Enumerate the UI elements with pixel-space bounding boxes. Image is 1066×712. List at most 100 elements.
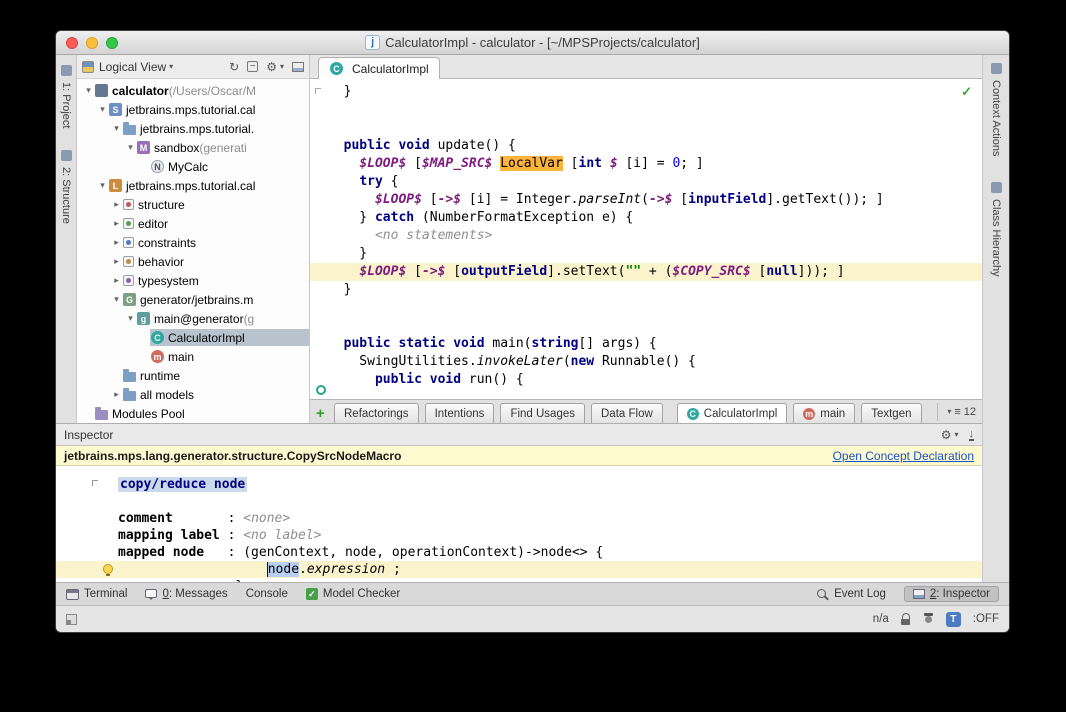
code-segment: [i] = Integer. (461, 192, 578, 207)
toolwindow-button-class-hierarchy[interactable]: Class Hierarchy (990, 180, 1002, 277)
tree-item-structure[interactable]: ▸structure (77, 195, 309, 214)
tree-toggle-icon[interactable]: ▾ (97, 180, 108, 191)
lock-icon[interactable] (901, 613, 911, 626)
code-line[interactable]: copy/reduce node (56, 476, 982, 493)
tree-item-jetbrains-mps-tutorial-cal[interactable]: ▾Ljetbrains.mps.tutorial.cal (77, 176, 309, 195)
hide-panel-icon[interactable] (292, 62, 304, 72)
tree-item-main[interactable]: mmain (77, 347, 309, 366)
code-line[interactable] (310, 299, 982, 317)
doc-tab-calculatorimpl[interactable]: CCalculatorImpl (677, 403, 788, 423)
code-line[interactable]: comment : <none> (56, 510, 982, 527)
inspector-editor[interactable]: copy/reduce node comment : <none>mapping … (56, 466, 982, 582)
inspector-settings-gear-icon[interactable]: ⚙▾ (941, 428, 959, 442)
code-line[interactable]: } (310, 83, 982, 101)
doc-tab-textgen[interactable]: Textgen (861, 403, 921, 423)
tree-item-jetbrains-mps-tutorial-cal[interactable]: ▾Sjetbrains.mps.tutorial.cal (77, 100, 309, 119)
code-line[interactable]: mapped node : (genContext, node, operati… (56, 544, 982, 561)
tree-item-mycalc[interactable]: NMyCalc (77, 157, 309, 176)
tree-toggle-icon[interactable]: ▾ (125, 313, 136, 324)
refresh-icon[interactable]: ↻ (229, 60, 239, 74)
toolwindow-button-context-actions[interactable]: Context Actions (990, 61, 1002, 156)
code-segment: $LOOP$ (375, 192, 422, 207)
code-line[interactable]: <no statements> (310, 227, 982, 245)
tab-intentions[interactable]: Intentions (425, 403, 495, 423)
navigate-up-icon[interactable] (316, 385, 326, 395)
tabs-overflow[interactable]: ▾ ≡ 12 (937, 403, 976, 421)
tree-item-main-generator[interactable]: ▾gmain@generator (g (77, 309, 309, 328)
code-segment: <none> (243, 511, 290, 526)
code-segment: { (383, 174, 399, 189)
intention-bulb-icon[interactable] (103, 564, 113, 574)
tree-toggle-icon[interactable]: ▾ (83, 85, 94, 96)
toolwindow-button-terminal[interactable]: Terminal (66, 588, 127, 600)
toolwindow-button-event-log[interactable]: Event Log (816, 588, 886, 601)
code-line[interactable]: try { (310, 173, 982, 191)
code-line[interactable]: public void update() { (310, 137, 982, 155)
tree-item-modules-pool[interactable]: Modules Pool (77, 404, 309, 423)
code-line[interactable]: } (310, 245, 982, 263)
code-line[interactable] (56, 493, 982, 510)
toolwindow-button-model-checker[interactable]: ✓Model Checker (306, 588, 400, 600)
tree-toggle-icon[interactable]: ▸ (111, 237, 122, 248)
code-line[interactable]: } (310, 281, 982, 299)
highlighting-level-icon[interactable] (923, 613, 934, 625)
code-line[interactable] (310, 119, 982, 137)
code-line[interactable]: $LOOP$ [->$ [i] = Integer.parseInt(->$ [… (310, 191, 982, 209)
tree-item-typesystem[interactable]: ▸typesystem (77, 271, 309, 290)
inspector-hide-icon[interactable]: ↓ (969, 429, 975, 441)
toolwindow-toggle-icon[interactable] (66, 614, 77, 625)
tree-item-calculator[interactable]: ▾calculator (/Users/Oscar/M (77, 81, 309, 100)
doc-tab-main[interactable]: mmain (793, 403, 855, 423)
tree-item-calculatorimpl[interactable]: CCalculatorImpl (77, 328, 309, 347)
toolwindow-button-2-structure[interactable]: 2: Structure (60, 148, 72, 224)
close-button[interactable] (66, 37, 78, 49)
window-title: j CalculatorImpl - calculator - [~/MPSPr… (56, 31, 1009, 54)
tree-item-runtime[interactable]: runtime (77, 366, 309, 385)
toolwindow-button-1-project[interactable]: 1: Project (60, 63, 72, 128)
typesystem-badge[interactable]: T (946, 612, 961, 627)
tree-toggle-icon[interactable]: ▾ (125, 142, 136, 153)
tree-toggle-icon[interactable]: ▸ (111, 275, 122, 286)
toolwindow-button-console[interactable]: Console (246, 588, 288, 600)
settings-gear-icon[interactable]: ⚙▾ (266, 60, 284, 74)
code-line[interactable]: SwingUtilities.invokeLater(new Runnable(… (310, 353, 982, 371)
code-line[interactable]: $LOOP$ [$MAP_SRC$ LocalVar [int $ [i] = … (310, 155, 982, 173)
code-line[interactable]: node.expression ; (56, 561, 982, 578)
tree-item-constraints[interactable]: ▸constraints (77, 233, 309, 252)
view-selector[interactable]: Logical View (99, 60, 166, 74)
code-line[interactable]: mapping label : <no label> (56, 527, 982, 544)
titlebar[interactable]: j CalculatorImpl - calculator - [~/MPSPr… (56, 31, 1009, 55)
tree-toggle-icon[interactable]: ▾ (111, 294, 122, 305)
tree-item-generator-jetbrains-m[interactable]: ▾Ggenerator/jetbrains.m (77, 290, 309, 309)
tree-item-sandbox[interactable]: ▾Msandbox (generati (77, 138, 309, 157)
add-tab-button[interactable]: + (316, 406, 325, 421)
code-line[interactable]: } catch (NumberFormatException e) { (310, 209, 982, 227)
minimize-button[interactable] (86, 37, 98, 49)
code-line[interactable]: $LOOP$ [->$ [outputField].setText("" + (… (310, 263, 982, 281)
code-line[interactable] (310, 317, 982, 335)
tab-find-usages[interactable]: Find Usages (500, 403, 585, 423)
tree-toggle-icon[interactable]: ▾ (97, 104, 108, 115)
code-line[interactable]: public static void main(string[] args) { (310, 335, 982, 353)
tree-toggle-icon[interactable]: ▸ (111, 199, 122, 210)
toolwindow-button-2-inspector[interactable]: 2: Inspector (904, 586, 999, 602)
toolwindow-button-0-messages[interactable]: 0: Messages (145, 588, 227, 600)
tab-refactorings[interactable]: Refactorings (334, 403, 419, 423)
collapse-all-icon[interactable]: − (247, 61, 258, 72)
tree-item-behavior[interactable]: ▸behavior (77, 252, 309, 271)
tree-toggle-icon[interactable]: ▸ (111, 389, 122, 400)
code-line[interactable]: } (56, 578, 982, 582)
tree-item-jetbrains-mps-tutorial[interactable]: ▾jetbrains.mps.tutorial. (77, 119, 309, 138)
editor-code[interactable]: ✓ } public void update() { $LOOP$ [$MAP_… (310, 79, 982, 399)
tree-item-editor[interactable]: ▸editor (77, 214, 309, 233)
zoom-button[interactable] (106, 37, 118, 49)
tab-data-flow[interactable]: Data Flow (591, 403, 663, 423)
code-line[interactable]: public void run() { (310, 371, 982, 389)
editor-tab-calculatorimpl[interactable]: C CalculatorImpl (318, 57, 440, 79)
code-line[interactable] (310, 101, 982, 119)
open-concept-declaration-link[interactable]: Open Concept Declaration (833, 449, 974, 463)
tree-toggle-icon[interactable]: ▸ (111, 256, 122, 267)
tree-toggle-icon[interactable]: ▾ (111, 123, 122, 134)
tree-item-all-models[interactable]: ▸all models (77, 385, 309, 404)
tree-toggle-icon[interactable]: ▸ (111, 218, 122, 229)
